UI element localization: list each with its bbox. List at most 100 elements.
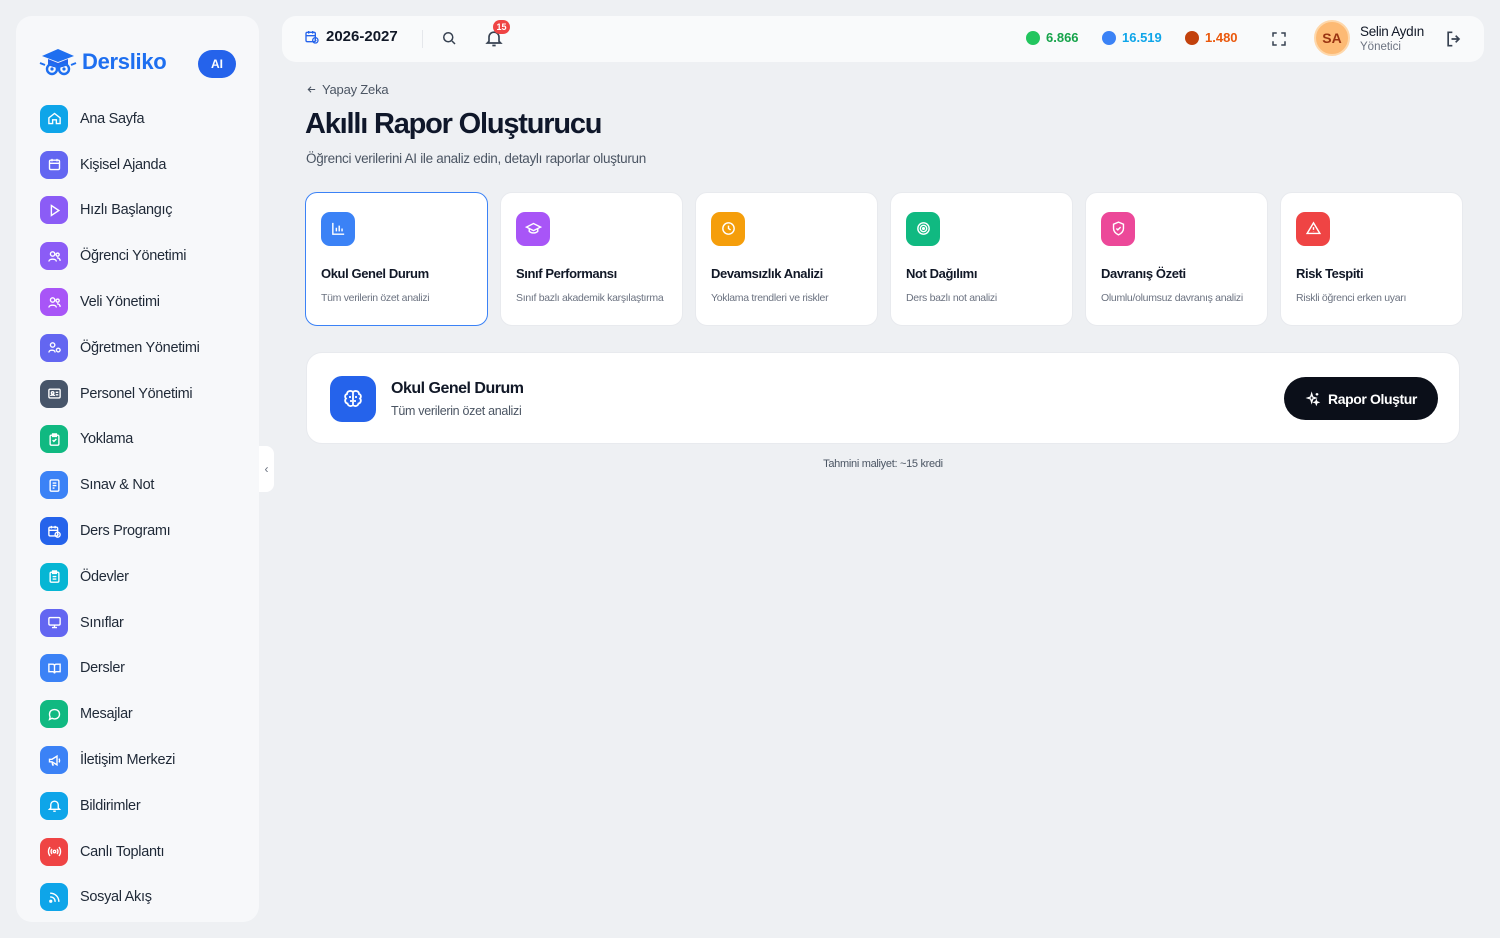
sidebar-item-label: Veli Yönetimi (80, 294, 160, 311)
sidebar-item-label: Hızlı Başlangıç (80, 202, 173, 219)
card-desc: Olumlu/olumsuz davranış analizi (1101, 291, 1243, 304)
blue-gem-icon (1102, 30, 1116, 45)
sidebar-item-hizli-baslangic[interactable]: Hızlı Başlangıç (40, 188, 240, 234)
sidebar-item-label: Öğrenci Yönetimi (80, 248, 187, 265)
sidebar-item-label: Ders Programı (80, 523, 171, 540)
users-icon (40, 288, 68, 317)
sidebar-item-veli-yonetimi[interactable]: Veli Yönetimi (40, 279, 240, 325)
green-coin-icon (1026, 30, 1040, 45)
selected-report-title: Okul Genel Durum (391, 380, 524, 397)
brand[interactable]: Dersliko (38, 46, 167, 78)
sidebar-item-dersler[interactable]: Dersler (40, 646, 240, 692)
sidebar-item-label: Ana Sayfa (80, 110, 145, 127)
sidebar-item-label: Sınıflar (80, 614, 124, 631)
sidebar-item-label: Yoklama (80, 431, 133, 448)
sidebar-item-siniflar[interactable]: Sınıflar (40, 600, 240, 646)
sidebar-item-ogrenci-yonetimi[interactable]: Öğrenci Yönetimi (40, 233, 240, 279)
teacher-icon (40, 333, 68, 362)
sidebar-item-ogretmen-yonetimi[interactable]: Öğretmen Yönetimi (40, 325, 240, 371)
fullscreen-icon (1272, 32, 1286, 46)
monitor-icon (40, 608, 68, 637)
sidebar-item-canli-toplanti[interactable]: Canlı Toplantı (40, 829, 240, 875)
report-card-risk-tespiti[interactable]: Risk Tespiti Riskli öğrenci erken uyarı (1280, 192, 1463, 326)
page-subtitle: Öğrenci verilerini AI ile analiz edin, d… (306, 151, 646, 166)
stat-value: 16.519 (1122, 30, 1162, 45)
exam-icon (40, 471, 68, 500)
report-card-devamsizlik-analizi[interactable]: Devamsızlık Analizi Yoklama trendleri ve… (695, 192, 878, 326)
sidebar-item-iletisim-merkezi[interactable]: İletişim Merkezi (40, 737, 240, 783)
search-button[interactable] (440, 29, 458, 52)
report-type-cards: Okul Genel Durum Tüm verilerin özet anal… (305, 192, 1463, 326)
users-icon (40, 242, 68, 271)
broadcast-icon (40, 837, 68, 866)
generate-report-button[interactable]: Rapor Oluştur (1284, 377, 1438, 420)
card-title: Devamsızlık Analizi (711, 265, 823, 281)
sidebar-item-ana-sayfa[interactable]: Ana Sayfa (40, 96, 240, 142)
breadcrumb-label: Yapay Zeka (322, 82, 389, 97)
ai-badge[interactable]: AI (198, 50, 236, 78)
breadcrumb[interactable]: Yapay Zeka (306, 82, 389, 97)
topbar-divider (422, 30, 423, 48)
report-card-okul-genel-durum[interactable]: Okul Genel Durum Tüm verilerin özet anal… (305, 192, 488, 326)
brain-icon (330, 376, 376, 422)
fullscreen-button[interactable] (1270, 30, 1288, 53)
id-card-icon (40, 379, 68, 408)
sidebar: Dersliko AI Ana Sayfa Kişisel Ajanda Hız… (16, 16, 259, 922)
stat-green[interactable]: 6.866 (1026, 30, 1079, 45)
user-menu[interactable]: SA Selin Aydın Yönetici (1314, 20, 1424, 56)
academic-year: 2026-2027 (326, 28, 398, 45)
sidebar-item-mesajlar[interactable]: Mesajlar (40, 691, 240, 737)
brand-name: Dersliko (82, 49, 167, 74)
fire-icon (1185, 30, 1199, 45)
sidebar-collapse-button[interactable]: ‹ (259, 446, 274, 492)
topbar: 2026-2027 15 6.866 16.519 1.480 SA Selin… (282, 16, 1484, 62)
card-title: Not Dağılımı (906, 265, 978, 281)
clock-icon (711, 211, 745, 246)
sidebar-item-label: Öğretmen Yönetimi (80, 339, 200, 356)
sidebar-item-bildirimler[interactable]: Bildirimler (40, 783, 240, 829)
arrow-left-icon (307, 86, 316, 93)
bell-icon (40, 791, 68, 820)
sidebar-item-label: Kişisel Ajanda (80, 156, 167, 173)
report-card-sinif-performansi[interactable]: Sınıf Performansı Sınıf bazlı akademik k… (500, 192, 683, 326)
avatar: SA (1314, 20, 1350, 56)
card-desc: Yoklama trendleri ve riskler (711, 291, 829, 304)
play-icon (40, 196, 68, 225)
stat-blue[interactable]: 16.519 (1102, 30, 1162, 45)
sidebar-nav: Ana Sayfa Kişisel Ajanda Hızlı Başlangıç… (40, 96, 240, 920)
generate-report-label: Rapor Oluştur (1328, 390, 1417, 407)
card-desc: Tüm verilerin özet analizi (321, 291, 430, 304)
selected-report-panel: Okul Genel Durum Tüm verilerin özet anal… (306, 352, 1460, 444)
sidebar-item-label: İletişim Merkezi (80, 752, 176, 769)
sidebar-item-sinav-not[interactable]: Sınav & Not (40, 462, 240, 508)
card-desc: Ders bazlı not analizi (906, 291, 997, 304)
stat-orange[interactable]: 1.480 (1185, 30, 1238, 45)
academic-year-selector[interactable]: 2026-2027 (304, 28, 398, 45)
sidebar-item-label: Personel Yönetimi (80, 385, 193, 402)
sidebar-item-personel-yonetimi[interactable]: Personel Yönetimi (40, 371, 240, 417)
sidebar-item-ders-programi[interactable]: Ders Programı (40, 508, 240, 554)
card-title: Risk Tespiti (1296, 265, 1364, 281)
schedule-icon (40, 517, 68, 546)
clipboard-check-icon (40, 425, 68, 454)
sidebar-item-yoklama[interactable]: Yoklama (40, 417, 240, 463)
sidebar-item-label: Dersler (80, 660, 125, 677)
report-card-davranis-ozeti[interactable]: Davranış Özeti Olumlu/olumsuz davranış a… (1085, 192, 1268, 326)
sidebar-item-label: Sosyal Akış (80, 889, 152, 906)
sidebar-item-sosyal-akis[interactable]: Sosyal Akış (40, 875, 240, 921)
sparkles-icon (1305, 390, 1321, 406)
shield-icon (1101, 211, 1135, 246)
user-name: Selin Aydın (1360, 23, 1425, 39)
card-title: Okul Genel Durum (321, 265, 429, 281)
home-icon (40, 104, 68, 133)
target-icon (906, 211, 940, 246)
sidebar-item-kisisel-ajanda[interactable]: Kişisel Ajanda (40, 142, 240, 188)
homework-icon (40, 562, 68, 591)
logout-button[interactable] (1444, 29, 1464, 54)
logout-icon (1447, 31, 1461, 47)
search-icon (443, 32, 456, 45)
report-card-not-dagilimi[interactable]: Not Dağılımı Ders bazlı not analizi (890, 192, 1073, 326)
book-icon (40, 654, 68, 683)
page-title: Akıllı Rapor Oluşturucu (305, 108, 602, 140)
sidebar-item-odevler[interactable]: Ödevler (40, 554, 240, 600)
